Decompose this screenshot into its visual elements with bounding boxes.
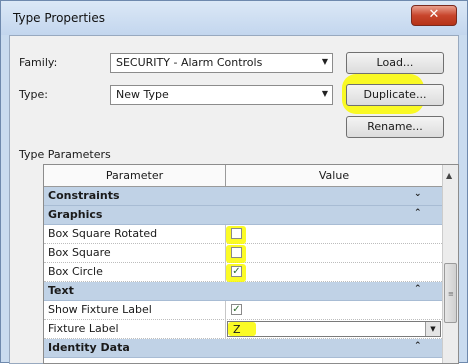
close-icon: ✕ [428,7,440,22]
duplicate-button[interactable]: Duplicate... [346,84,444,106]
type-parameters-label: Type Parameters [19,148,111,161]
scroll-up-arrow-icon[interactable]: ▲ [446,171,452,180]
title-bar[interactable]: Type Properties ✕ [1,1,467,35]
table-row: Show Fixture Label ✓ [44,301,442,320]
fixture-label-value: Z [233,323,241,336]
checkmark-icon: ✓ [232,266,241,277]
chevron-down-icon: ▼ [321,89,328,98]
table-row: Box Circle ✓ [44,263,442,282]
parameter-name: Box Square Rotated [48,227,158,240]
parameter-name: Box Square [48,246,111,259]
type-label: Type: [19,88,48,101]
dialog-title: Type Properties [13,11,106,25]
parameter-name: Fixture Label [48,322,119,335]
group-label: Graphics [48,208,103,221]
chevron-down-icon[interactable]: ▼ [425,322,440,336]
table-row: Box Square Rotated [44,225,442,244]
type-select[interactable]: New Type ▼ [110,85,333,105]
group-row-constraints[interactable]: Constraints ⌄ [44,187,442,206]
load-button[interactable]: Load... [346,52,444,74]
group-label: Constraints [48,189,120,202]
type-value: New Type [116,88,169,101]
grip-icon: ≡ [448,290,454,298]
checkmark-icon: ✓ [232,304,241,315]
table-row: Box Square [44,244,442,263]
fixture-label-input[interactable]: Z ▼ [227,321,441,337]
collapse-chevron-icon: ⌃ [414,341,422,351]
group-row-text[interactable]: Text ⌃ [44,282,442,301]
expand-chevron-icon: ⌄ [414,189,422,199]
chevron-down-icon: ▼ [321,57,328,66]
group-label: Identity Data [48,341,130,354]
group-label: Text [48,284,74,297]
show-fixture-label-checkbox[interactable]: ✓ [231,304,242,315]
rename-button[interactable]: Rename... [346,116,444,138]
table-row: Fixture Label Z ▼ [44,320,442,339]
family-select[interactable]: SECURITY - Alarm Controls ▼ [110,53,333,73]
close-button[interactable]: ✕ [411,5,457,26]
group-row-identity-data[interactable]: Identity Data ⌃ [44,339,442,358]
group-row-graphics[interactable]: Graphics ⌃ [44,206,442,225]
type-parameters-table: Parameter Value Constraints ⌄ Graphics ⌃… [43,164,459,364]
collapse-chevron-icon: ⌃ [414,208,422,218]
scroll-thumb[interactable]: ≡ [444,263,457,323]
box-square-rotated-checkbox[interactable] [231,228,242,239]
column-header-value[interactable]: Value [226,165,442,187]
column-divider [225,301,226,320]
family-value: SECURITY - Alarm Controls [116,56,263,69]
parameter-name: Box Circle [48,265,103,278]
box-square-checkbox[interactable] [231,247,242,258]
collapse-chevron-icon: ⌃ [414,284,422,294]
family-label: Family: [19,56,58,69]
vertical-scrollbar[interactable]: ▲ ≡ [442,165,458,363]
column-divider [225,320,226,339]
box-circle-checkbox[interactable]: ✓ [231,266,242,277]
column-header-parameter[interactable]: Parameter [44,165,226,187]
type-properties-dialog: Type Properties ✕ Family: SECURITY - Ala… [0,0,468,364]
parameter-name: Show Fixture Label [48,303,152,316]
